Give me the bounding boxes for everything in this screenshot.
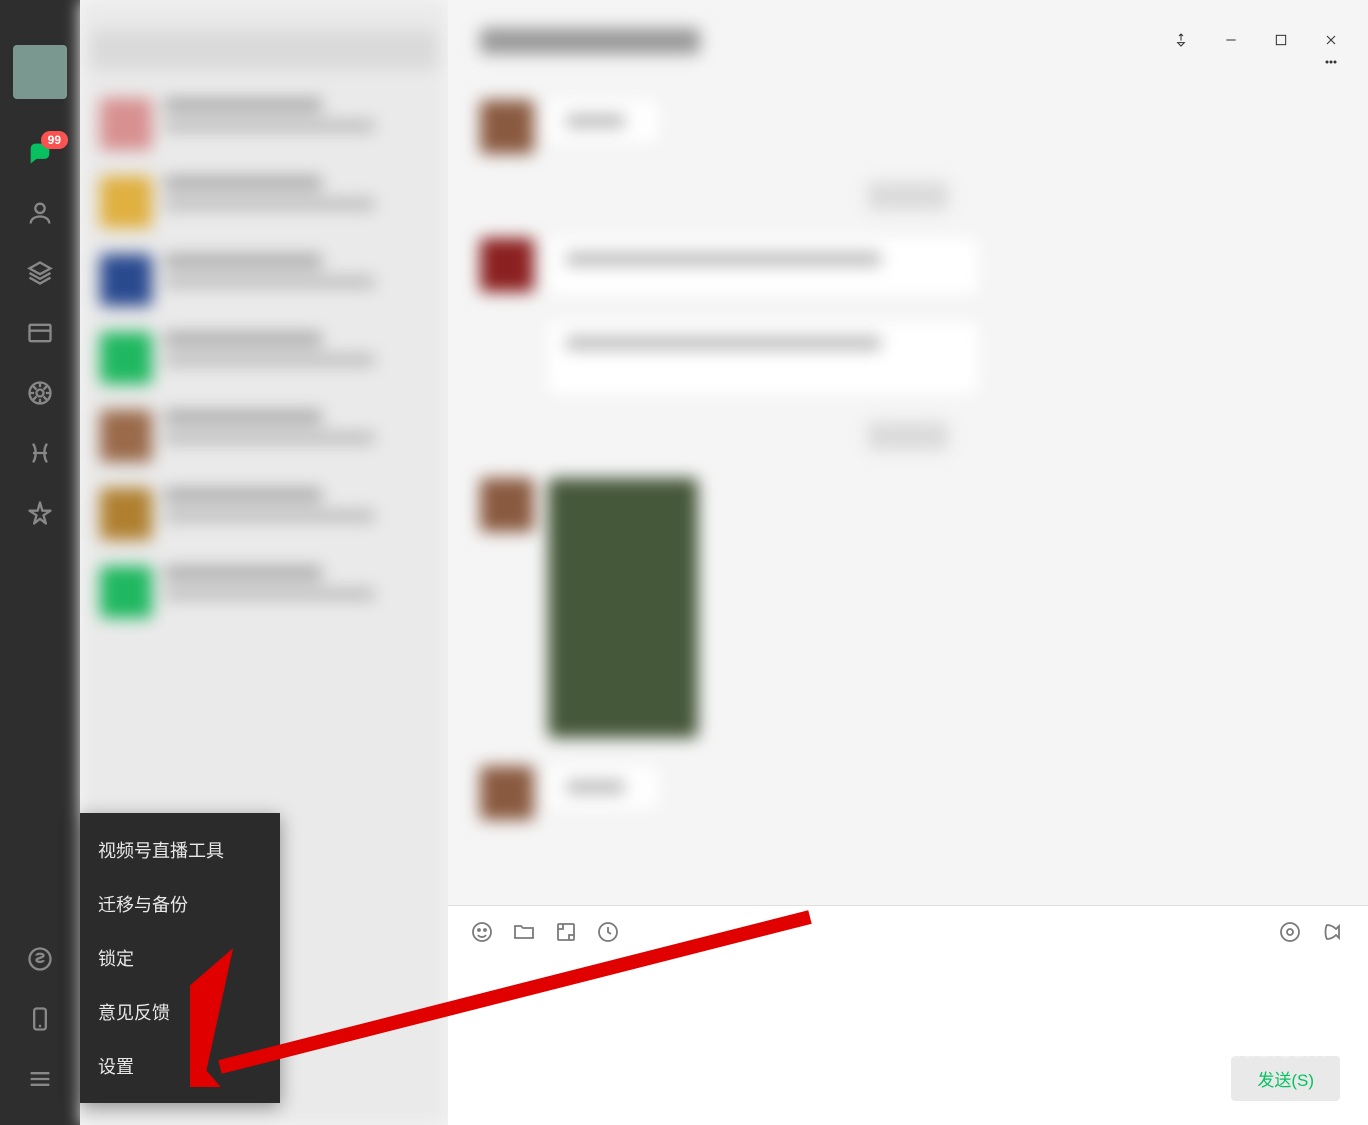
search-icon[interactable]	[26, 499, 54, 527]
video-call-icon[interactable]	[1322, 920, 1346, 944]
history-icon[interactable]	[596, 920, 620, 944]
unread-badge: 99	[41, 131, 68, 149]
screenshot-icon[interactable]	[554, 920, 578, 944]
emoji-icon[interactable]	[470, 920, 494, 944]
conversation-item[interactable]	[90, 166, 438, 238]
conversation-item[interactable]	[90, 478, 438, 550]
voice-call-icon[interactable]	[1278, 920, 1302, 944]
send-button[interactable]: 发送(S)	[1231, 1056, 1340, 1101]
popup-item-lock[interactable]: 锁定	[80, 931, 280, 985]
popup-item-feedback[interactable]: 意见反馈	[80, 985, 280, 1039]
chat-main: 发送(S)	[448, 0, 1368, 1125]
folder-icon[interactable]	[512, 920, 536, 944]
chat-title	[480, 28, 700, 54]
more-icon[interactable]	[1306, 42, 1356, 82]
moments-icon[interactable]	[26, 379, 54, 407]
chat-icon[interactable]: 99	[26, 139, 54, 167]
popup-menu: 视频号直播工具 迁移与备份 锁定 意见反馈 设置	[80, 813, 280, 1103]
conversation-item[interactable]	[90, 322, 438, 394]
search-input[interactable]	[90, 30, 438, 70]
maximize-icon[interactable]	[1256, 20, 1306, 60]
popup-item-migrate-backup[interactable]: 迁移与备份	[80, 877, 280, 931]
popup-item-live-tools[interactable]: 视频号直播工具	[80, 823, 280, 877]
conversation-item[interactable]	[90, 556, 438, 628]
mini-program-icon[interactable]	[26, 945, 54, 973]
minimize-icon[interactable]	[1206, 20, 1256, 60]
sidebar: 99	[0, 0, 80, 1125]
channels-icon[interactable]	[26, 439, 54, 467]
input-area: 发送(S)	[448, 905, 1368, 1125]
phone-icon[interactable]	[26, 1005, 54, 1033]
conversation-item[interactable]	[90, 244, 438, 316]
menu-icon[interactable]	[26, 1065, 54, 1093]
favorites-icon[interactable]	[26, 259, 54, 287]
files-icon[interactable]	[26, 319, 54, 347]
popup-item-settings[interactable]: 设置	[80, 1039, 280, 1093]
conversation-item[interactable]	[90, 88, 438, 160]
conversation-item[interactable]	[90, 400, 438, 472]
pin-icon[interactable]	[1156, 20, 1206, 60]
contacts-icon[interactable]	[26, 199, 54, 227]
message-area	[448, 80, 1368, 905]
user-avatar[interactable]	[13, 45, 67, 99]
